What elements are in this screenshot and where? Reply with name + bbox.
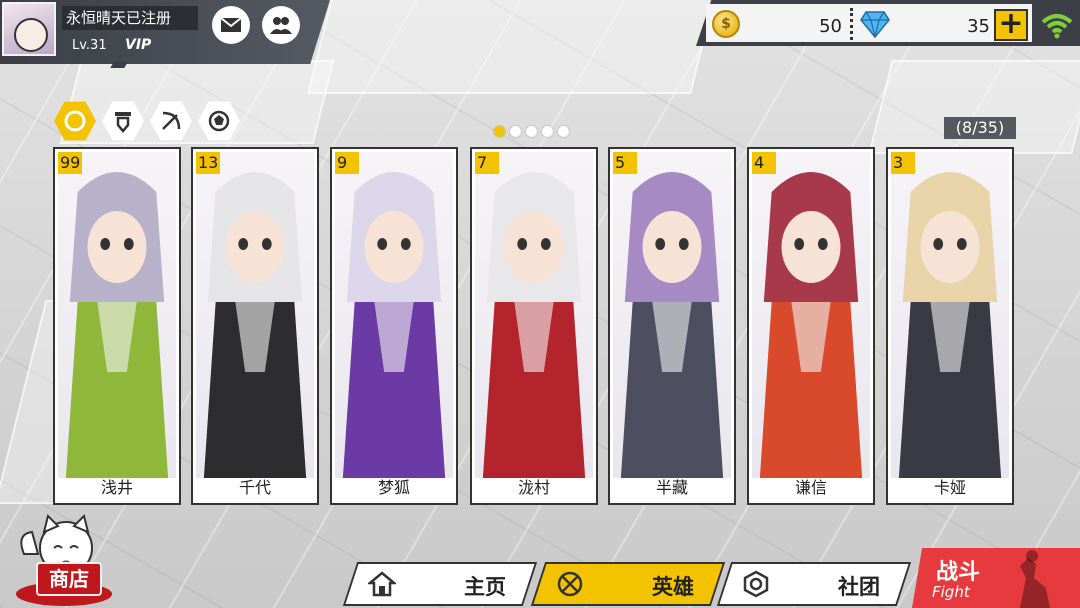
hero-card[interactable]: 13 千代 bbox=[191, 147, 319, 505]
fight-label: 战斗 bbox=[936, 560, 981, 585]
bg-comic-panel bbox=[868, 60, 1080, 154]
tab-guild[interactable]: 社团 bbox=[716, 562, 912, 606]
page-dot[interactable] bbox=[494, 126, 505, 137]
hero-level-badge: 3 bbox=[891, 152, 915, 174]
coin-amount: 50 bbox=[819, 16, 842, 37]
player-level: Lv.31 bbox=[72, 38, 107, 53]
hero-card[interactable]: 7 泷村 bbox=[470, 147, 598, 505]
hero-name: 梦狐 bbox=[377, 478, 410, 497]
tab-home[interactable]: 主页 bbox=[342, 562, 538, 606]
page-dot[interactable] bbox=[526, 126, 537, 137]
hero-portrait bbox=[475, 152, 593, 478]
tab-heroes-label: 英雄 bbox=[652, 575, 694, 599]
hero-portrait bbox=[613, 152, 731, 478]
hero-level-badge: 7 bbox=[475, 152, 499, 174]
vip-badge[interactable]: VIP bbox=[125, 37, 151, 53]
hero-portrait bbox=[196, 152, 314, 478]
hero-card[interactable]: 5 半藏 bbox=[608, 147, 736, 505]
home-icon bbox=[368, 571, 396, 597]
coin-icon: $ bbox=[712, 10, 740, 38]
diamond-icon bbox=[860, 11, 890, 38]
hero-level-badge: 13 bbox=[196, 152, 221, 174]
page-dot[interactable] bbox=[558, 126, 569, 137]
friends-button[interactable] bbox=[262, 6, 300, 44]
add-currency-button[interactable]: + bbox=[994, 9, 1028, 41]
hero-card[interactable]: 3 卡娅 bbox=[886, 147, 1014, 505]
hero-name: 半藏 bbox=[655, 478, 688, 497]
bg-comic-panel bbox=[59, 60, 335, 144]
hero-level-badge: 5 bbox=[613, 152, 637, 174]
page-dot[interactable] bbox=[542, 126, 553, 137]
mail-icon bbox=[220, 17, 242, 32]
avatar-face bbox=[14, 18, 48, 52]
hero-count: (8/35) bbox=[944, 117, 1016, 139]
hero-level-badge: 4 bbox=[752, 152, 776, 174]
player-avatar[interactable] bbox=[2, 2, 56, 56]
tab-home-label: 主页 bbox=[464, 575, 506, 599]
hero-portrait bbox=[58, 152, 176, 478]
friends-icon bbox=[270, 17, 292, 34]
page-dot[interactable] bbox=[510, 126, 521, 137]
warrior-class-icon bbox=[115, 112, 131, 133]
hero-name: 千代 bbox=[238, 478, 271, 497]
hero-card[interactable]: 4 谦信 bbox=[747, 147, 875, 505]
archer-class-icon bbox=[162, 111, 181, 130]
tab-guild-label: 社团 bbox=[838, 575, 880, 599]
page-indicator bbox=[494, 126, 569, 137]
shop-button[interactable]: 商店 bbox=[36, 562, 102, 596]
hero-portrait bbox=[891, 152, 1009, 478]
mail-button[interactable] bbox=[212, 6, 250, 44]
hero-portrait bbox=[335, 152, 453, 478]
currency-divider bbox=[850, 8, 853, 40]
fight-sublabel: Fight bbox=[932, 583, 970, 601]
hero-name: 谦信 bbox=[794, 478, 827, 497]
bg-comic-panel bbox=[307, 0, 717, 94]
diamond-amount: 35 bbox=[967, 16, 990, 37]
warrior-silhouette-icon bbox=[1020, 550, 1050, 608]
all-filter-icon bbox=[64, 110, 86, 132]
hero-portrait bbox=[752, 152, 870, 478]
wifi-icon bbox=[1041, 14, 1073, 39]
hero-card[interactable]: 9 梦狐 bbox=[330, 147, 458, 505]
mage-class-icon bbox=[208, 110, 230, 132]
hero-card[interactable]: 99 浅井 bbox=[53, 147, 181, 505]
hero-name: 浅井 bbox=[100, 478, 133, 497]
hero-name: 卡娅 bbox=[933, 478, 966, 497]
player-name: 永恒晴天已注册 bbox=[62, 6, 198, 30]
hero-level-badge: 99 bbox=[58, 152, 83, 174]
heroes-icon bbox=[557, 571, 583, 597]
hero-name: 泷村 bbox=[517, 478, 550, 497]
tab-heroes[interactable]: 英雄 bbox=[530, 562, 726, 606]
guild-icon bbox=[743, 570, 769, 598]
hero-level-badge: 9 bbox=[335, 152, 359, 174]
